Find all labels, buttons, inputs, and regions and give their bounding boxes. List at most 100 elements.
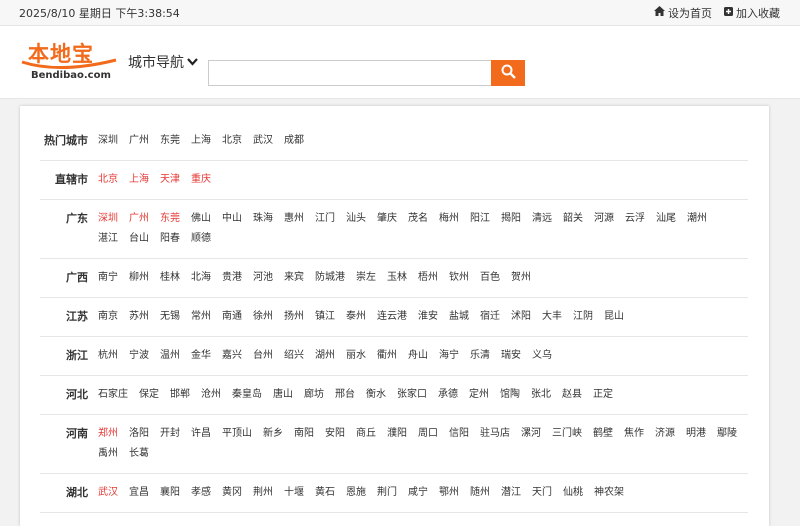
city-link[interactable]: 石家庄 — [98, 385, 128, 405]
city-link[interactable]: 崇左 — [356, 268, 376, 288]
city-link[interactable]: 苏州 — [129, 307, 149, 327]
city-link[interactable]: 泰州 — [346, 307, 366, 327]
city-link[interactable]: 天门 — [532, 483, 552, 503]
city-link[interactable]: 焦作 — [624, 424, 644, 444]
city-link[interactable]: 禹州 — [98, 444, 118, 464]
city-link[interactable]: 商丘 — [356, 424, 376, 444]
city-link[interactable]: 海宁 — [439, 346, 459, 366]
city-link[interactable]: 北海 — [191, 268, 211, 288]
city-link[interactable]: 珠海 — [253, 209, 273, 229]
search-button[interactable] — [491, 60, 525, 86]
city-link[interactable]: 湛江 — [98, 229, 118, 249]
city-link[interactable]: 盐城 — [449, 307, 469, 327]
city-link[interactable]: 咸宁 — [408, 483, 428, 503]
city-link[interactable]: 东莞 — [160, 209, 180, 229]
city-link[interactable]: 南通 — [222, 307, 242, 327]
city-link[interactable]: 许昌 — [191, 424, 211, 444]
city-link[interactable]: 张北 — [531, 385, 551, 405]
city-link[interactable]: 瑞安 — [501, 346, 521, 366]
city-link[interactable]: 阳春 — [160, 229, 180, 249]
city-link[interactable]: 保定 — [139, 385, 159, 405]
search-input[interactable] — [208, 60, 491, 86]
city-link[interactable]: 上海 — [191, 131, 211, 151]
city-link[interactable]: 茂名 — [408, 209, 428, 229]
city-link[interactable]: 鄢陵 — [717, 424, 737, 444]
city-link[interactable]: 无锡 — [160, 307, 180, 327]
city-link[interactable]: 嘉兴 — [222, 346, 242, 366]
city-link[interactable]: 湖州 — [315, 346, 335, 366]
city-link[interactable]: 神农架 — [594, 483, 624, 503]
city-link[interactable]: 大丰 — [542, 307, 562, 327]
city-link[interactable]: 濮阳 — [387, 424, 407, 444]
city-link[interactable]: 孝感 — [191, 483, 211, 503]
city-link[interactable]: 随州 — [470, 483, 490, 503]
city-link[interactable]: 深圳 — [98, 209, 118, 229]
city-link[interactable]: 馆陶 — [500, 385, 520, 405]
city-link[interactable]: 柳州 — [129, 268, 149, 288]
city-link[interactable]: 信阳 — [449, 424, 469, 444]
city-link[interactable]: 淮安 — [418, 307, 438, 327]
add-favorite-link[interactable]: 加入收藏 — [724, 5, 780, 21]
city-link[interactable]: 绍兴 — [284, 346, 304, 366]
city-link[interactable]: 沭阳 — [511, 307, 531, 327]
city-link[interactable]: 北京 — [222, 131, 242, 151]
city-link[interactable]: 江阴 — [573, 307, 593, 327]
city-link[interactable]: 宜昌 — [129, 483, 149, 503]
city-link[interactable]: 鄂州 — [439, 483, 459, 503]
city-link[interactable]: 桂林 — [160, 268, 180, 288]
city-link[interactable]: 三门峡 — [552, 424, 582, 444]
city-link[interactable]: 百色 — [480, 268, 500, 288]
city-link[interactable]: 佛山 — [191, 209, 211, 229]
city-link[interactable]: 义乌 — [532, 346, 552, 366]
city-link[interactable]: 清远 — [532, 209, 552, 229]
city-link[interactable]: 扬州 — [284, 307, 304, 327]
city-link[interactable]: 廊坊 — [304, 385, 324, 405]
city-link[interactable]: 昆山 — [604, 307, 624, 327]
city-link[interactable]: 邢台 — [335, 385, 355, 405]
city-link[interactable]: 温州 — [160, 346, 180, 366]
city-link[interactable]: 钦州 — [449, 268, 469, 288]
city-link[interactable]: 重庆 — [191, 170, 211, 190]
city-link[interactable]: 南京 — [98, 307, 118, 327]
city-link[interactable]: 恩施 — [346, 483, 366, 503]
city-link[interactable]: 韶关 — [563, 209, 583, 229]
city-nav-dropdown[interactable]: 城市导航 — [128, 52, 198, 72]
city-link[interactable]: 深圳 — [98, 131, 118, 151]
city-link[interactable]: 北京 — [98, 170, 118, 190]
city-link[interactable]: 舟山 — [408, 346, 428, 366]
city-link[interactable]: 荆州 — [253, 483, 273, 503]
city-link[interactable]: 梧州 — [418, 268, 438, 288]
city-link[interactable]: 常州 — [191, 307, 211, 327]
city-link[interactable]: 襄阳 — [160, 483, 180, 503]
city-link[interactable]: 台州 — [253, 346, 273, 366]
city-link[interactable]: 平顶山 — [222, 424, 252, 444]
city-link[interactable]: 杭州 — [98, 346, 118, 366]
city-link[interactable]: 江门 — [315, 209, 335, 229]
city-link[interactable]: 宿迁 — [480, 307, 500, 327]
city-link[interactable]: 黄冈 — [222, 483, 242, 503]
city-link[interactable]: 贵港 — [222, 268, 242, 288]
city-link[interactable]: 东莞 — [160, 131, 180, 151]
city-link[interactable]: 云浮 — [625, 209, 645, 229]
city-link[interactable]: 防城港 — [315, 268, 345, 288]
city-link[interactable]: 肇庆 — [377, 209, 397, 229]
city-link[interactable]: 潜江 — [501, 483, 521, 503]
city-link[interactable]: 天津 — [160, 170, 180, 190]
city-link[interactable]: 丽水 — [346, 346, 366, 366]
city-link[interactable]: 长葛 — [129, 444, 149, 464]
city-link[interactable]: 安阳 — [325, 424, 345, 444]
city-link[interactable]: 潮州 — [687, 209, 707, 229]
city-link[interactable]: 秦皇岛 — [232, 385, 262, 405]
city-link[interactable]: 武汉 — [98, 483, 118, 503]
city-link[interactable]: 沧州 — [201, 385, 221, 405]
city-link[interactable]: 正定 — [593, 385, 613, 405]
city-link[interactable]: 驻马店 — [480, 424, 510, 444]
city-link[interactable]: 镇江 — [315, 307, 335, 327]
city-link[interactable]: 上海 — [129, 170, 149, 190]
city-link[interactable]: 金华 — [191, 346, 211, 366]
logo[interactable]: 本地宝 Bendibao.com — [20, 38, 118, 94]
city-link[interactable]: 来宾 — [284, 268, 304, 288]
city-link[interactable]: 成都 — [284, 131, 304, 151]
city-link[interactable]: 阳江 — [470, 209, 490, 229]
city-link[interactable]: 广州 — [129, 131, 149, 151]
